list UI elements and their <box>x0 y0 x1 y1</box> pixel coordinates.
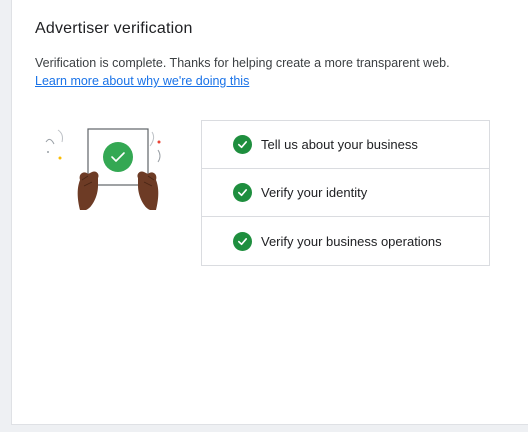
verification-card: Advertiser verification Verification is … <box>11 0 528 425</box>
step-label: Verify your identity <box>261 185 368 200</box>
check-circle-icon <box>233 135 252 154</box>
step-verify-identity[interactable]: Verify your identity <box>202 169 489 217</box>
verification-status-text: Verification is complete. Thanks for hel… <box>35 56 450 70</box>
page-title: Advertiser verification <box>35 20 193 37</box>
step-label: Verify your business operations <box>261 233 442 249</box>
step-label: Tell us about your business <box>261 137 418 152</box>
step-tell-us-about-business[interactable]: Tell us about your business <box>202 121 489 169</box>
step-verify-business-operations[interactable]: Verify your business operations <box>202 217 489 265</box>
check-circle-icon <box>233 231 252 251</box>
verification-steps-list: Tell us about your business Verify your … <box>201 120 490 266</box>
check-circle-icon <box>233 183 252 202</box>
verification-complete-illustration <box>45 128 161 210</box>
learn-more-link[interactable]: Learn more about why we're doing this <box>35 74 249 88</box>
